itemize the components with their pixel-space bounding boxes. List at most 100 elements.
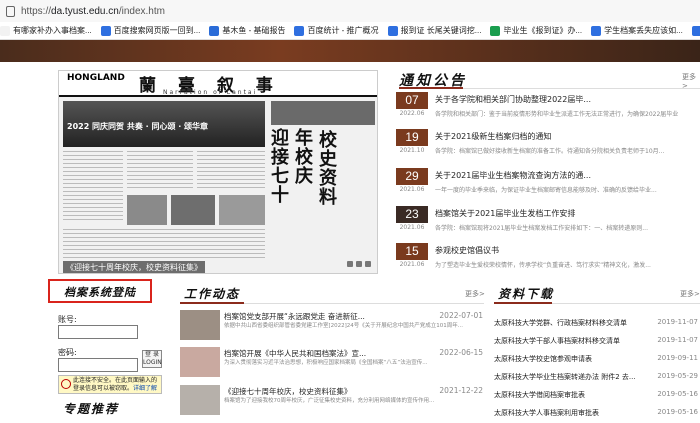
- notice-desc: 各学院：档案馆已做好接收新生档案的准备工作。待通知各分院相关负责老师于10月..…: [435, 148, 665, 155]
- material-title-link[interactable]: 太原科技大学毕业生档案转递办法 附件2 去...: [494, 372, 652, 382]
- material-date: 2019-11-07: [657, 318, 698, 326]
- password-input[interactable]: [58, 358, 138, 372]
- account-input[interactable]: [58, 325, 138, 339]
- text-column: [197, 151, 265, 191]
- material-date: 2019-05-16: [657, 408, 698, 416]
- material-item[interactable]: 太原科技大学校史馆参观申请表 2019-09-11: [494, 354, 700, 368]
- notice-item[interactable]: 07 2022.06 关于各学院和相关部门协助整理2022届毕... 各学院和相关部门…: [396, 92, 700, 130]
- notice-date: 29 2021.06: [396, 168, 428, 193]
- bookmark-favicon-icon: [100, 25, 111, 36]
- material-item[interactable]: 太原科技大学借阅档案审批表 2019-05-16: [494, 390, 700, 404]
- notice-item[interactable]: 29 2021.06 关于2021届毕业生档案物流查询方法的通... 一年一度的毕业季…: [396, 168, 700, 206]
- bookmark-favicon-icon: [490, 25, 501, 36]
- notice-year: 2021.06: [399, 224, 425, 231]
- notice-desc: 一年一度的毕业季来临，为保证毕业生档案邮寄信息能够及时、准确的反馈给毕业...: [435, 187, 657, 194]
- work-desc: 档案馆为了迎接我校70周年校庆，广泛征集校史资料，充分利用网络媒体的宣传作用..…: [224, 398, 435, 404]
- work-more-link[interactable]: 更多>: [465, 289, 485, 299]
- headline-vertical: 年校庆: [295, 128, 313, 187]
- account-label: 账号:: [58, 315, 77, 324]
- bookmark-item[interactable]: 学生档案丢失应该如...: [591, 25, 683, 36]
- notice-title-link[interactable]: 参观校史馆倡议书: [435, 245, 499, 256]
- bookmark-favicon-icon: [294, 25, 305, 36]
- material-title-link[interactable]: 太原科技大学校史馆参观申请表: [494, 354, 652, 364]
- work-title-link[interactable]: 档案馆党支部开展“永远跟党走 奋进新征...: [224, 311, 365, 322]
- work-item[interactable]: 档案馆党支部开展“永远跟党走 奋进新征... 2022-07-01 依据中共山西省委…: [180, 310, 485, 344]
- url-text[interactable]: https://da.tyust.edu.cn/index.htm: [21, 6, 165, 17]
- text-column: [127, 151, 193, 191]
- address-bar[interactable]: https://da.tyust.edu.cn/index.htm: [0, 0, 700, 22]
- work-title-link[interactable]: 档案馆开展《中华人民共和国档案法》宣...: [224, 348, 366, 359]
- banner-photo: 2022 同庆同贺 共奏 · 同心颂 · 颂华章: [63, 101, 265, 147]
- material-title-link[interactable]: 太原科技大学人事档案利用审批表: [494, 408, 652, 418]
- text-column: [63, 229, 265, 259]
- notice-date: 07 2022.06: [396, 92, 428, 117]
- material-title-link[interactable]: 太原科技大学党群、行政档案材料移交清单: [494, 318, 652, 328]
- bookmark-item[interactable]: 基木鱼 - 基础报告: [209, 25, 285, 36]
- work-thumbnail[interactable]: [180, 310, 220, 340]
- work-date: 2022-07-01: [439, 311, 483, 320]
- notice-date: 23 2021.06: [396, 206, 428, 231]
- text-column: [63, 151, 123, 221]
- material-title-link[interactable]: 太原科技大学干部人事档案材料移交清单: [494, 336, 652, 346]
- bookmark-item[interactable]: 报到证 长尾关键词挖...: [387, 25, 481, 36]
- notice-item[interactable]: 23 2021.06 档案馆关于2021届毕业生发档工作安排 各学院：档案馆现将202…: [396, 206, 700, 244]
- notice-year: 2021.10: [399, 147, 425, 154]
- bookmark-favicon-icon: [209, 25, 220, 36]
- notice-day-badge: 23: [396, 206, 428, 223]
- news-photo: [219, 195, 265, 225]
- notice-item[interactable]: 15 2021.06 参观校史馆倡议书 为了塑造毕业生爱校荣校情怀，传承学校“负重奋进…: [396, 243, 700, 281]
- work-item[interactable]: 档案馆开展《中华人民共和国档案法》宣... 2022-06-15 为深入贯彻落实习近…: [180, 347, 485, 381]
- bookmark-item[interactable]: 百度搜索网页版一回到...: [100, 25, 200, 36]
- notice-date: 15 2021.06: [396, 243, 428, 268]
- newspaper-subtitle: Narration of Lantai: [163, 89, 258, 96]
- headline-vertical: 校史资料: [319, 130, 337, 208]
- bookmark-item[interactable]: 简单好用的在线文件...: [691, 25, 700, 36]
- slide-caption[interactable]: 《迎接七十周年校庆，校史资料征集》: [63, 261, 205, 273]
- notice-title-link[interactable]: 关于2021级新生档案归档的通知: [435, 131, 551, 142]
- news-photo: [271, 101, 375, 125]
- work-thumbnail[interactable]: [180, 347, 220, 377]
- material-date: 2019-05-29: [657, 372, 698, 380]
- divider: [180, 302, 484, 304]
- insecure-warning-tooltip: 此连接不安全。在此页面输入的登录信息可以被窃取。详细了解: [58, 375, 162, 394]
- material-item[interactable]: 太原科技大学毕业生档案转递办法 附件2 去... 2019-05-29: [494, 372, 700, 386]
- material-date: 2019-05-16: [657, 390, 698, 398]
- banner-photo-caption: 2022 同庆同贺 共奏 · 同心颂 · 颂华章: [67, 122, 209, 131]
- divider: [399, 87, 700, 89]
- login-panel-title: 档案系统登陆: [48, 279, 152, 303]
- news-photo: [171, 195, 215, 225]
- notice-item[interactable]: 19 2021.10 关于2021级新生档案归档的通知各学院：档案馆已做好接收新生档…: [396, 129, 700, 167]
- bookmark-favicon-icon: [387, 25, 398, 36]
- notice-year: 2021.06: [399, 261, 425, 268]
- bookmark-item[interactable]: 有哪家补办入事档案...: [0, 25, 92, 36]
- headline-vertical: 迎接七十: [271, 128, 289, 206]
- work-thumbnail[interactable]: [180, 385, 220, 415]
- material-title-link[interactable]: 太原科技大学借阅档案审批表: [494, 390, 652, 400]
- bookmark-favicon-icon: [591, 25, 602, 36]
- material-item[interactable]: 太原科技大学人事档案利用审批表 2019-05-16: [494, 408, 700, 422]
- news-photo: [127, 195, 167, 225]
- notice-title-link[interactable]: 关于各学院和相关部门协助整理2022届毕...: [435, 94, 591, 105]
- lock-icon[interactable]: [6, 5, 15, 17]
- work-desc: 依据中共山西省委组织部管省委党建工作室[2022]24号《关于开展纪念中国共产党…: [224, 323, 464, 329]
- bookmark-item[interactable]: 百度统计 - 推广概况: [294, 25, 379, 36]
- warning-icon: [61, 379, 71, 389]
- slideshow[interactable]: HONGLAND 蘭 臺 叙 事 Narration of Lantai 202…: [58, 70, 378, 274]
- work-date: 2021-12-22: [439, 386, 483, 395]
- material-item[interactable]: 太原科技大学干部人事档案材料移交清单 2019-11-07: [494, 336, 700, 350]
- notice-title-link[interactable]: 档案馆关于2021届毕业生发档工作安排: [435, 208, 575, 219]
- work-item[interactable]: 《迎接七十周年校庆，校史资料征集》 2021-12-22 档案馆为了迎接我校70周年…: [180, 385, 485, 419]
- material-date: 2019-11-07: [657, 336, 698, 344]
- learn-more-link[interactable]: 详细了解: [133, 385, 157, 392]
- work-title-link[interactable]: 《迎接七十周年校庆，校史资料征集》: [224, 386, 352, 397]
- newspaper-logo: HONGLAND: [67, 73, 125, 83]
- material-item[interactable]: 太原科技大学党群、行政档案材料移交清单 2019-11-07: [494, 318, 700, 332]
- slide-pager[interactable]: [347, 261, 371, 267]
- login-button[interactable]: 登 录 LOGIN: [142, 350, 162, 368]
- materials-more-link[interactable]: 更多>: [680, 289, 700, 299]
- notice-day-badge: 15: [396, 243, 428, 260]
- materials-title: 资料下载: [498, 287, 555, 301]
- notice-date: 19 2021.10: [396, 129, 428, 154]
- bookmark-item[interactable]: 毕业生《报到证》办...: [490, 25, 582, 36]
- notice-title-link[interactable]: 关于2021届毕业生档案物流查询方法的通...: [435, 170, 591, 181]
